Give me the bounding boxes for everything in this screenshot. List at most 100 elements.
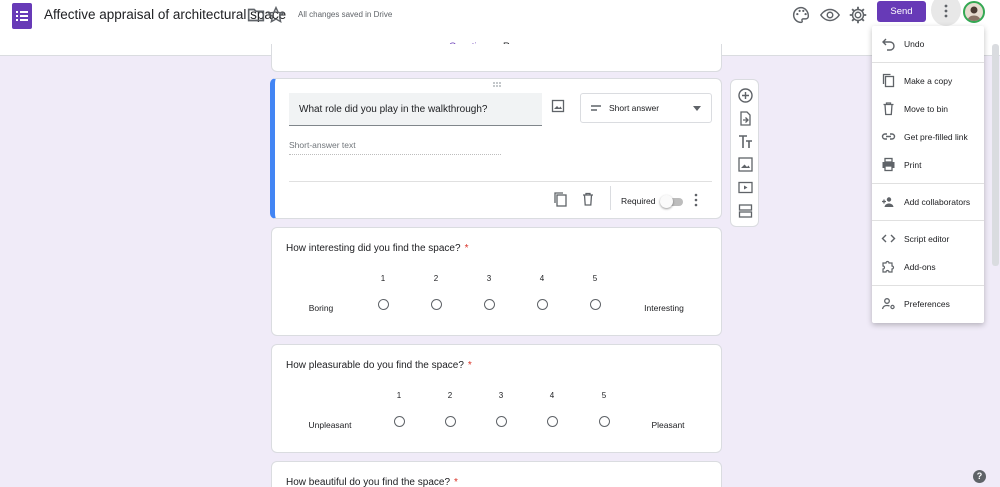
floating-toolbar [730,79,759,227]
import-questions-icon[interactable] [737,110,754,127]
scale-radio-3[interactable] [496,416,507,427]
scale-number: 4 [539,274,545,283]
star-icon[interactable] [265,4,287,26]
print-icon [881,157,896,172]
copy-icon [881,73,896,88]
forms-doc-icon[interactable] [12,3,32,29]
card-divider [289,181,712,182]
menu-item-preferences[interactable]: Preferences [872,291,984,317]
scale-radio-5[interactable] [599,416,610,427]
scale-low-label: Unpleasant [308,420,352,430]
menu-item-make-copy[interactable]: Make a copy [872,68,984,94]
required-label: Required [621,196,656,206]
scale-number: 3 [498,391,504,400]
question-title-text: What role did you play in the walkthroug… [299,104,488,115]
menu-item-label: Preferences [904,299,950,309]
add-question-icon[interactable] [737,87,754,104]
more-options-button[interactable] [931,0,961,26]
question-title: How pleasurable do you find the space? * [286,360,472,371]
scale-number: 3 [486,274,492,283]
menu-item-move-to-bin[interactable]: Move to bin [872,96,984,122]
scale-number: 1 [380,274,386,283]
scale-question-card[interactable]: How beautiful do you find the space? * [271,461,722,487]
duplicate-icon[interactable] [552,191,568,207]
menu-divider [872,183,984,184]
menu-item-prefilled-link[interactable]: Get pre-filled link [872,124,984,150]
more-vert-icon[interactable] [691,192,701,208]
scale-number: 1 [396,391,402,400]
scale-number: 4 [549,391,555,400]
menu-item-label: Undo [904,39,925,49]
save-status: All changes saved in Drive [298,10,393,19]
scale-radio-2[interactable] [431,299,442,310]
question-title-text: How beautiful do you find the space? [286,477,450,487]
scale-number: 2 [447,391,453,400]
question-title: How interesting did you find the space? * [286,243,468,254]
scale-radio-1[interactable] [394,416,405,427]
short-text-icon [590,103,602,113]
preview-eye-icon[interactable] [819,4,841,26]
scale-radio-4[interactable] [547,416,558,427]
palette-icon[interactable] [790,4,812,26]
scale-high-label: Interesting [644,303,684,313]
scale-number: 2 [433,274,439,283]
menu-divider [872,285,984,286]
scale-radio-2[interactable] [445,416,456,427]
question-title-text: How interesting did you find the space? [286,243,461,254]
menu-item-script-editor[interactable]: Script editor [872,226,984,252]
scrollbar[interactable] [992,44,999,266]
add-people-icon [881,194,896,209]
add-title-icon[interactable] [737,133,754,150]
add-video-icon[interactable] [737,179,754,196]
preferences-icon [881,296,896,311]
trash-icon [881,101,896,116]
menu-item-add-ons[interactable]: Add-ons [872,254,984,280]
question-title-input[interactable]: What role did you play in the walkthroug… [289,93,542,126]
menu-item-label: Add collaborators [904,197,971,207]
required-asterisk: * [464,243,469,254]
scale-radio-5[interactable] [590,299,601,310]
menu-item-undo[interactable]: Undo [872,31,984,57]
delete-icon[interactable] [580,191,596,207]
more-options-menu: Undo Make a copy Move to bin Get pre-fil… [872,26,984,323]
menu-item-add-collaborators[interactable]: Add collaborators [872,189,984,215]
help-icon[interactable]: ? [973,470,986,483]
required-asterisk: * [454,477,458,487]
menu-item-label: Add-ons [904,262,936,272]
scale-low-label: Boring [308,303,334,313]
question-type-label: Short answer [609,103,660,113]
scale-number: 5 [601,391,607,400]
send-button[interactable]: Send [877,1,926,22]
toolbar-divider [610,186,611,210]
scale-radio-1[interactable] [378,299,389,310]
scale-radio-3[interactable] [484,299,495,310]
dropdown-arrow-icon [693,106,701,111]
question-title: How beautiful do you find the space? * [286,477,458,487]
scale-question-card[interactable]: How pleasurable do you find the space? * … [271,344,722,453]
scale-high-label: Pleasant [651,420,685,430]
scale-question-card[interactable]: How interesting did you find the space? *… [271,227,722,336]
menu-item-label: Script editor [904,234,950,244]
focused-question-card[interactable]: What role did you play in the walkthroug… [270,78,722,219]
settings-gear-icon[interactable] [847,4,869,26]
question-type-select[interactable]: Short answer [580,93,712,123]
menu-divider [872,62,984,63]
drag-handle-icon[interactable] [493,82,503,88]
required-asterisk: * [467,360,472,371]
previous-question-card[interactable] [271,44,722,72]
add-image-icon[interactable] [737,156,754,173]
required-toggle-knob[interactable] [660,195,673,208]
menu-item-label: Get pre-filled link [904,132,968,142]
question-title-text: How pleasurable do you find the space? [286,360,464,371]
link-icon [881,129,896,144]
avatar[interactable] [963,1,985,23]
menu-item-print[interactable]: Print [872,152,984,178]
scale-number: 5 [592,274,598,283]
short-answer-field: Short-answer text [289,139,501,155]
menu-item-label: Make a copy [904,76,953,86]
undo-icon [881,36,896,51]
folder-icon[interactable] [245,4,267,26]
add-image-icon[interactable] [551,99,565,113]
scale-radio-4[interactable] [537,299,548,310]
add-section-icon[interactable] [737,202,754,219]
